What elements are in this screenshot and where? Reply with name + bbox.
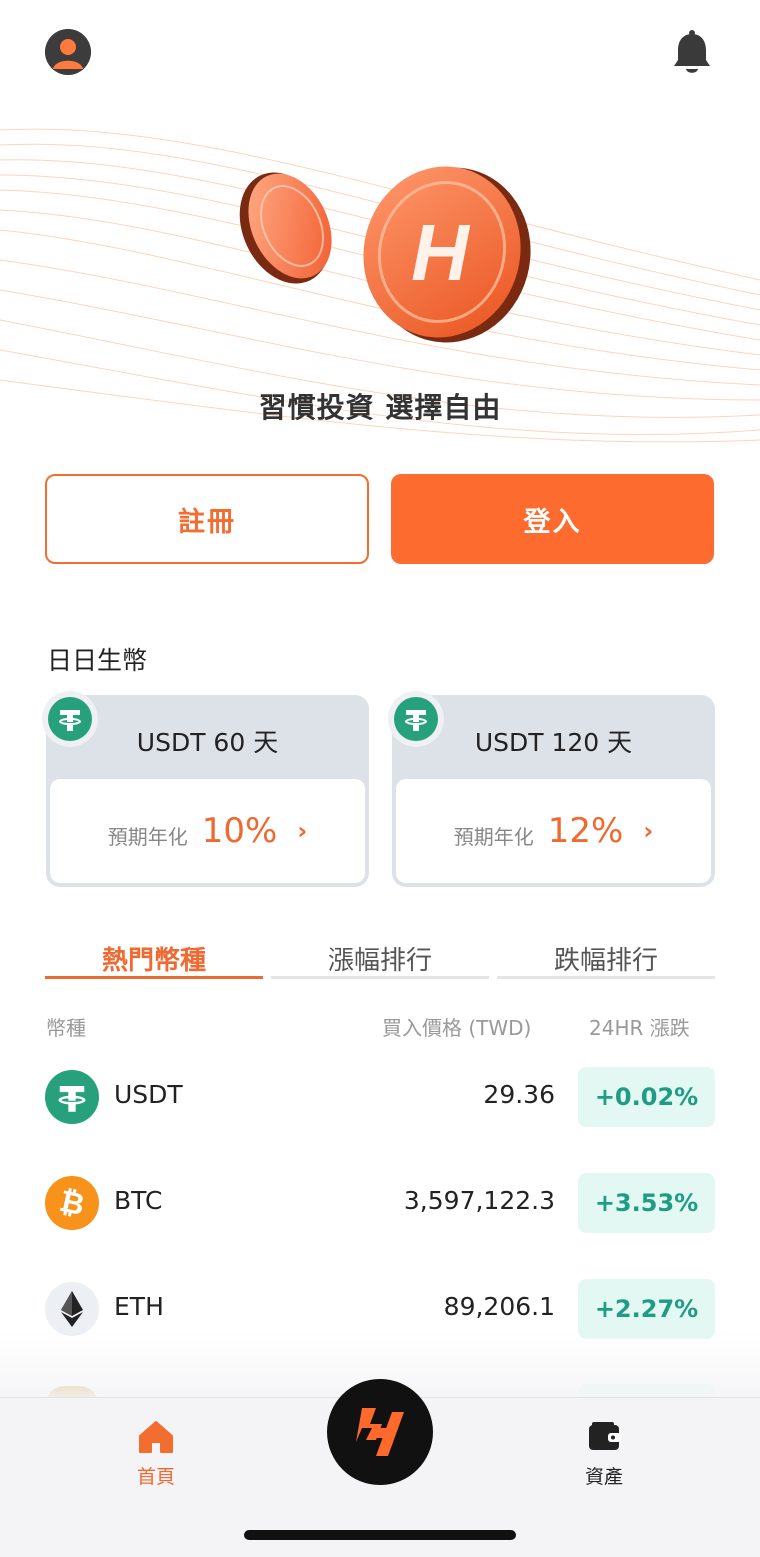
wallet-icon <box>589 1422 621 1450</box>
column-header-change: 24HR 漲跌 <box>589 1016 690 1040</box>
user-avatar-icon[interactable] <box>45 29 91 75</box>
column-header-price: 買入價格 (TWD) <box>382 1016 532 1040</box>
apr-label: 預期年化 <box>107 824 188 849</box>
brand-logo-button[interactable] <box>327 1379 433 1485</box>
table-row[interactable]: ₿ BTC 3,597,122.3 +3.53% <box>0 1169 760 1239</box>
product-apr: 預期年化 12% › <box>396 779 711 883</box>
product-title: USDT 60 天 <box>136 728 279 757</box>
tab-losers[interactable]: 跌幅排行 <box>497 940 715 977</box>
coin-symbol: ETH <box>114 1292 164 1321</box>
bitcoin-icon: ₿ <box>45 1176 99 1230</box>
tab-hot-coins[interactable]: 熱門幣種 <box>45 940 263 977</box>
chevron-right-icon: › <box>643 817 654 845</box>
nav-home-label: 首頁 <box>136 1466 175 1488</box>
register-button[interactable]: 註冊 <box>45 474 369 564</box>
coin-symbol: BTC <box>114 1186 163 1215</box>
chevron-right-icon: › <box>297 817 308 845</box>
coin-change-badge: +3.53% <box>578 1173 715 1233</box>
apr-value: 10% <box>201 811 278 851</box>
nav-home[interactable]: 首頁 <box>106 1420 206 1489</box>
savings-product-card[interactable]: USDT 60 天 預期年化 10% › <box>42 691 369 887</box>
tab-underline <box>497 976 715 979</box>
nav-assets-label: 資產 <box>584 1466 623 1488</box>
bell-icon[interactable] <box>670 28 714 76</box>
svg-text:H: H <box>411 208 471 297</box>
table-row[interactable]: USDT 29.36 +0.02% <box>0 1063 760 1133</box>
tab-underline <box>271 976 489 979</box>
coin-change-badge: +0.02% <box>578 1067 715 1127</box>
home-icon <box>139 1421 173 1453</box>
tether-icon <box>45 1070 99 1124</box>
savings-product-card[interactable]: USDT 120 天 預期年化 12% › <box>388 691 715 887</box>
coin-price: 3,597,122.3 <box>403 1186 555 1215</box>
small-coin-icon <box>239 172 332 284</box>
column-header-coin: 幣種 <box>46 1016 86 1040</box>
brand-coin-icon: H <box>363 166 531 343</box>
product-apr: 預期年化 10% › <box>50 779 365 883</box>
coin-price: 89,206.1 <box>443 1292 555 1321</box>
product-title: USDT 120 天 <box>474 728 633 757</box>
apr-label: 預期年化 <box>453 824 534 849</box>
coin-symbol: USDT <box>114 1080 183 1109</box>
apr-value: 12% <box>547 811 624 851</box>
nav-assets[interactable]: 資產 <box>554 1420 654 1489</box>
coin-price: 29.36 <box>483 1080 555 1109</box>
brand-logo-icon <box>356 1408 404 1456</box>
savings-section-title: 日日生幣 <box>47 646 148 675</box>
tab-gainers[interactable]: 漲幅排行 <box>271 940 489 977</box>
login-button[interactable]: 登入 <box>391 474 714 564</box>
hero-slogan: 習慣投資 選擇自由 <box>258 391 502 424</box>
home-indicator <box>244 1530 516 1540</box>
ethereum-icon <box>45 1282 99 1336</box>
tab-underline-active <box>45 976 263 979</box>
